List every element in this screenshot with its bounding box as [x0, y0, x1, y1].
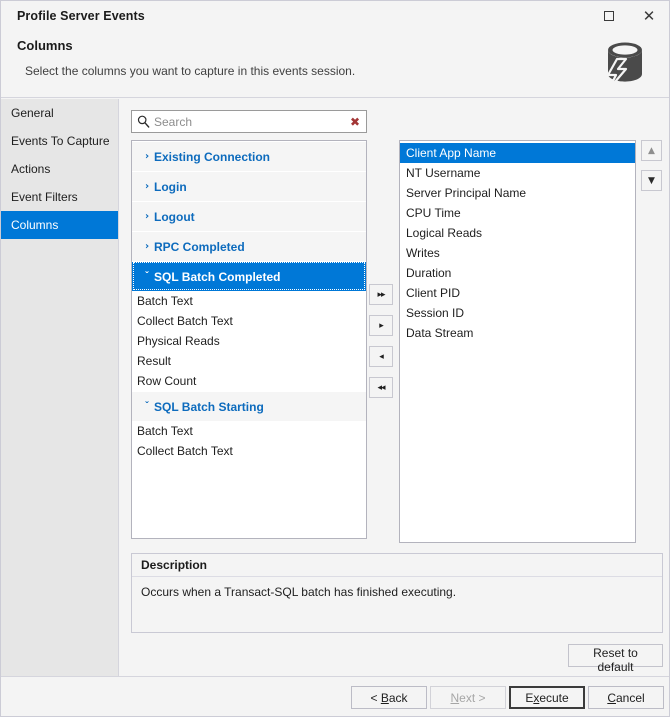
close-icon: ✕ — [642, 6, 656, 25]
description-heading: Description — [132, 554, 662, 577]
title-bar: Profile Server Events ✕ — [1, 1, 669, 31]
sidebar-item-event-filters[interactable]: Event Filters — [1, 183, 118, 211]
chevron-down-icon: ˇ — [144, 271, 150, 282]
transfer-button-group: ▸▸ ▸ ◂ ◂◂ — [369, 284, 393, 408]
execute-button-suffix: ecute — [539, 690, 569, 705]
remove-all-button[interactable]: ◂◂ — [369, 377, 393, 398]
sidebar-item-label: Events To Capture — [11, 134, 110, 148]
order-button-group: ▲ ▼ — [641, 140, 663, 200]
search-box[interactable]: ✖ — [131, 110, 367, 133]
chevron-right-icon: › — [144, 151, 150, 162]
tree-group-login[interactable]: › Login — [132, 171, 366, 201]
sidebar-item-label: Event Filters — [11, 190, 78, 204]
move-up-button[interactable]: ▲ — [641, 140, 662, 161]
window-controls: ✕ — [589, 1, 669, 31]
cancel-button-suffix: ancel — [615, 690, 645, 705]
cancel-button[interactable]: Cancel — [588, 686, 664, 709]
list-item[interactable]: Server Principal Name — [400, 183, 635, 203]
dialog-window: Profile Server Events ✕ Columns Select t… — [0, 0, 670, 717]
list-item[interactable]: Duration — [400, 263, 635, 283]
tree-leaf[interactable]: Row Count — [132, 371, 366, 391]
tree-leaf[interactable]: Collect Batch Text — [132, 311, 366, 331]
back-button-prefix: < — [370, 690, 381, 705]
back-button-suffix: ack — [388, 690, 408, 705]
chevron-right-icon: › — [144, 211, 150, 222]
wizard-sidebar: General Events To Capture Actions Event … — [1, 99, 119, 676]
columns-page: ✖ › Existing Connection › Login › Logout… — [120, 99, 669, 676]
cancel-button-mnemonic: C — [607, 690, 616, 705]
maximize-icon — [604, 11, 614, 21]
list-item[interactable]: CPU Time — [400, 203, 635, 223]
dialog-footer: < Back Next > Execute Cancel — [1, 676, 669, 716]
tree-group-sql-batch-starting[interactable]: ˇ SQL Batch Starting — [132, 391, 366, 421]
next-button-suffix: ext > — [459, 690, 486, 705]
add-button[interactable]: ▸ — [369, 315, 393, 336]
back-button-mnemonic: B — [380, 690, 389, 705]
tree-group-existing-connection[interactable]: › Existing Connection — [132, 141, 366, 171]
database-lightning-icon — [606, 42, 642, 91]
back-button[interactable]: < Back — [351, 686, 427, 709]
page-title: Columns — [17, 38, 73, 53]
add-all-button[interactable]: ▸▸ — [369, 284, 393, 305]
sidebar-item-general[interactable]: General — [1, 99, 118, 127]
tree-group-label: SQL Batch Starting — [154, 399, 264, 414]
window-title: Profile Server Events — [17, 9, 145, 23]
tree-group-label: Login — [154, 179, 187, 194]
list-item[interactable]: Client PID — [400, 283, 635, 303]
close-button[interactable]: ✕ — [629, 1, 669, 31]
chevron-right-icon: › — [144, 181, 150, 192]
sidebar-item-actions[interactable]: Actions — [1, 155, 118, 183]
tree-leaf[interactable]: Collect Batch Text — [132, 441, 366, 461]
tree-group-logout[interactable]: › Logout — [132, 201, 366, 231]
list-item[interactable]: NT Username — [400, 163, 635, 183]
sidebar-item-events-to-capture[interactable]: Events To Capture — [1, 127, 118, 155]
remove-button[interactable]: ◂ — [369, 346, 393, 367]
tree-group-label: Logout — [154, 209, 195, 224]
list-item[interactable]: Data Stream — [400, 323, 635, 343]
tree-leaf[interactable]: Batch Text — [132, 421, 366, 441]
next-button[interactable]: Next > — [430, 686, 506, 709]
available-columns-tree[interactable]: › Existing Connection › Login › Logout ›… — [131, 140, 367, 539]
search-input[interactable] — [154, 114, 344, 129]
tree-group-rpc-completed[interactable]: › RPC Completed — [132, 231, 366, 261]
tree-group-sql-batch-completed[interactable]: ˇ SQL Batch Completed — [132, 261, 366, 291]
tree-leaf[interactable]: Result — [132, 351, 366, 371]
list-item[interactable]: Writes — [400, 243, 635, 263]
execute-button[interactable]: Execute — [509, 686, 585, 709]
tree-leaf[interactable]: Batch Text — [132, 291, 366, 311]
tree-group-label: Existing Connection — [154, 149, 271, 164]
selected-columns-list[interactable]: Client App Name NT Username Server Princ… — [399, 140, 636, 543]
move-down-button[interactable]: ▼ — [641, 170, 662, 191]
tree-group-label: SQL Batch Completed — [154, 269, 281, 284]
chevron-right-icon: › — [144, 241, 150, 252]
list-item[interactable]: Logical Reads — [400, 223, 635, 243]
page-header: Columns Select the columns you want to c… — [1, 31, 669, 98]
list-item[interactable]: Session ID — [400, 303, 635, 323]
sidebar-item-label: Columns — [11, 218, 59, 232]
reset-to-default-button[interactable]: Reset to default — [568, 644, 663, 674]
description-text: Occurs when a Transact-SQL batch has fin… — [141, 585, 457, 599]
sidebar-item-label: General — [11, 106, 54, 120]
tree-leaf[interactable]: Physical Reads — [132, 331, 366, 351]
maximize-button[interactable] — [589, 1, 629, 31]
tree-group-label: RPC Completed — [154, 239, 245, 254]
search-icon — [132, 115, 154, 128]
clear-x-icon[interactable]: ✖ — [344, 115, 366, 129]
next-button-mnemonic: N — [450, 690, 460, 705]
sidebar-item-label: Actions — [11, 162, 51, 176]
sidebar-item-columns[interactable]: Columns — [1, 211, 118, 239]
description-panel: Description Occurs when a Transact-SQL b… — [131, 553, 663, 633]
list-item[interactable]: Client App Name — [400, 143, 635, 163]
page-subtitle: Select the columns you want to capture i… — [25, 64, 356, 78]
chevron-down-icon: ˇ — [144, 401, 150, 412]
